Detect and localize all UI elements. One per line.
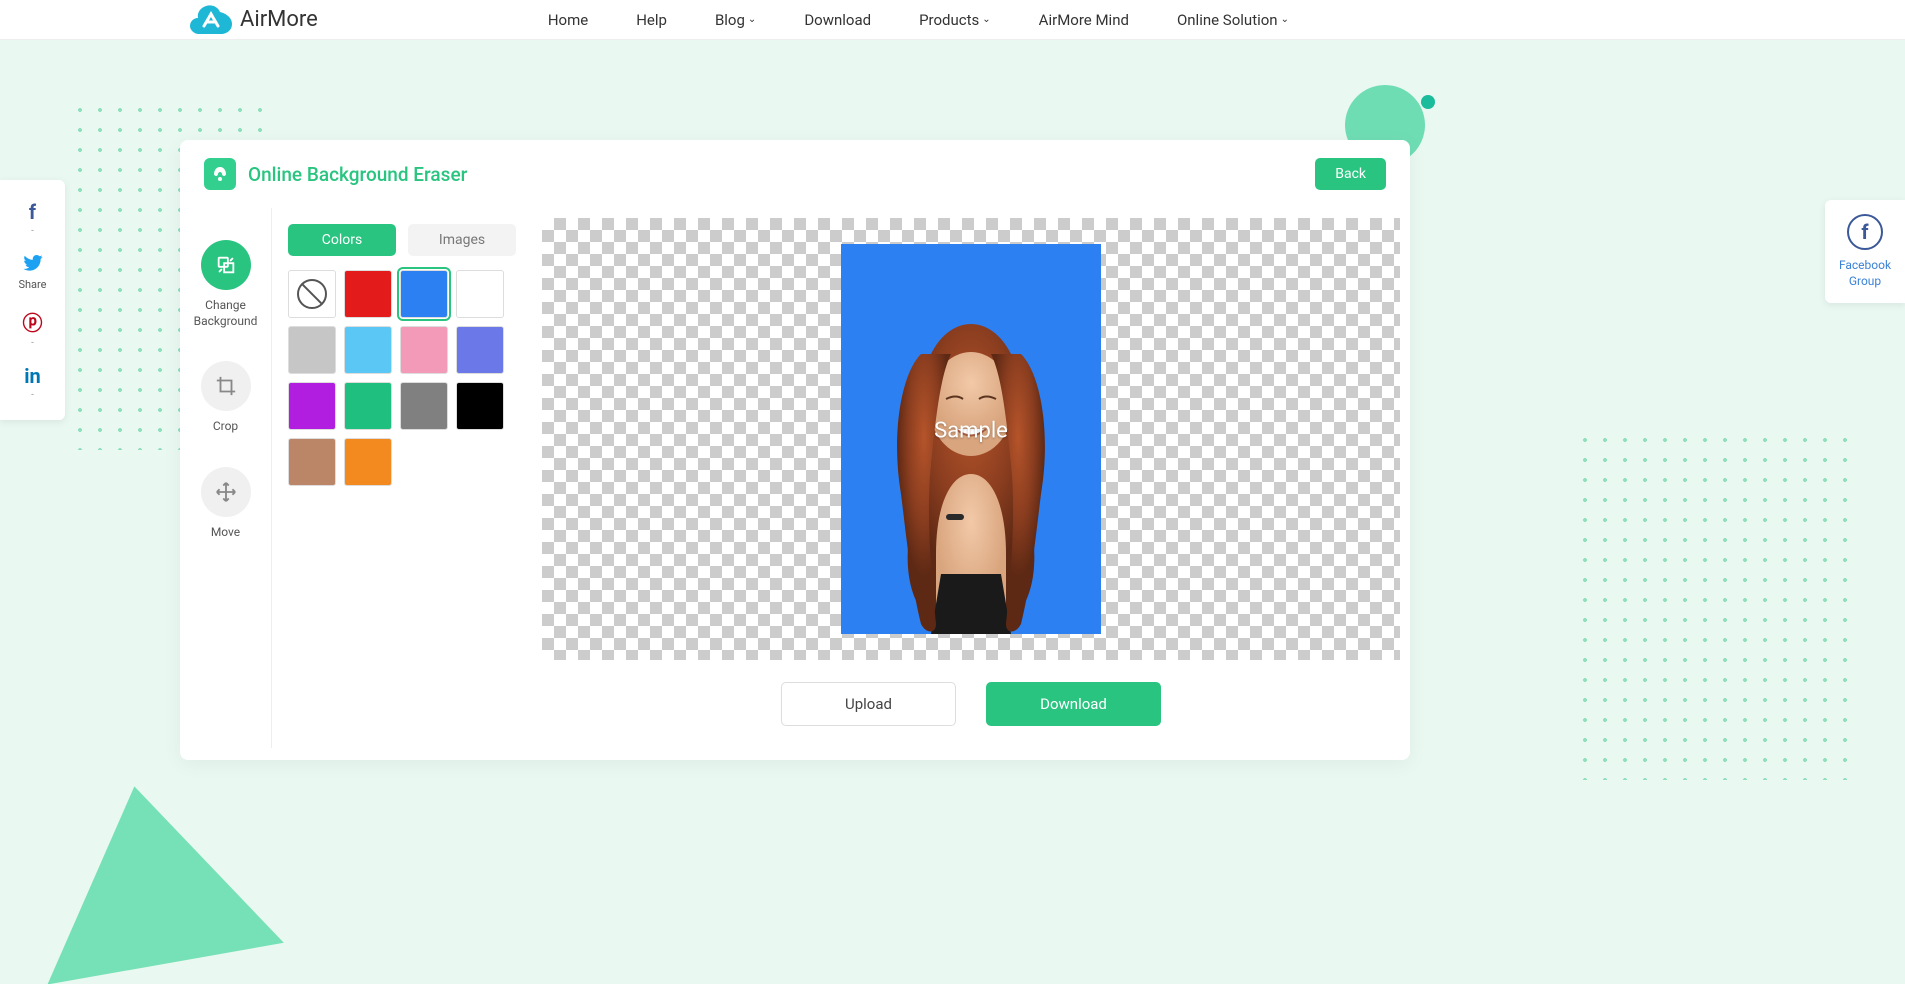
color-swatch[interactable] (344, 382, 392, 430)
color-grid (288, 270, 516, 486)
tool-logo-icon (204, 158, 236, 190)
bg-dots-right (1575, 430, 1855, 780)
bg-triangle (16, 766, 284, 984)
download-button[interactable]: Download (986, 682, 1161, 726)
bg-circle-small (1421, 95, 1435, 109)
share-sidebar: f- Share ⓟ- in- (0, 180, 65, 420)
share-twitter[interactable]: Share (0, 244, 65, 299)
tab-colors[interactable]: Colors (288, 224, 396, 256)
facebook-group-widget[interactable]: f Facebook Group (1825, 200, 1905, 303)
canvas-area: Sample Upload Download (532, 208, 1410, 748)
tool-change-background[interactable]: Change Background (180, 228, 271, 349)
upload-button[interactable]: Upload (781, 682, 956, 726)
sample-watermark: Sample (934, 419, 1008, 444)
tool-label: Change Background (186, 298, 265, 329)
linkedin-icon: in (24, 364, 41, 388)
brand-icon (190, 4, 232, 36)
brand-logo[interactable]: AirMore (190, 4, 318, 36)
tool-label: Crop (213, 419, 238, 435)
color-swatch[interactable] (288, 382, 336, 430)
sample-image[interactable]: Sample (841, 244, 1101, 634)
color-swatch[interactable] (456, 270, 504, 318)
color-swatch[interactable] (288, 326, 336, 374)
twitter-icon (23, 252, 43, 276)
action-row: Upload Download (542, 660, 1400, 748)
nav-link-download[interactable]: Download (804, 11, 871, 29)
share-label: Share (18, 278, 46, 291)
editor-header: Online Background Eraser Back (180, 140, 1410, 208)
share-facebook[interactable]: f- (0, 192, 65, 244)
tab-images[interactable]: Images (408, 224, 516, 256)
color-swatch[interactable] (400, 270, 448, 318)
nav-link-help[interactable]: Help (636, 11, 667, 29)
move-icon (201, 467, 251, 517)
color-swatch[interactable] (344, 270, 392, 318)
canvas[interactable]: Sample (542, 218, 1400, 660)
tool-move[interactable]: Move (180, 455, 271, 561)
nav-link-airmore-mind[interactable]: AirMore Mind (1039, 11, 1129, 29)
color-swatch[interactable] (344, 438, 392, 486)
color-swatch[interactable] (288, 438, 336, 486)
editor-card: Online Background Eraser Back Change Bac… (180, 140, 1410, 760)
top-nav: AirMore Home Help Blog⌄ Download Products⌄ Ai… (0, 0, 1905, 40)
chevron-down-icon: ⌄ (1281, 14, 1289, 25)
tool-crop[interactable]: Crop (180, 349, 271, 455)
change-background-icon (201, 240, 251, 290)
tool-label: Move (211, 525, 240, 541)
share-pinterest[interactable]: ⓟ- (0, 299, 65, 356)
color-swatch[interactable] (456, 326, 504, 374)
options-panel: Colors Images (272, 208, 532, 748)
color-swatch[interactable] (400, 382, 448, 430)
tool-column: Change Background Crop Move (180, 208, 272, 748)
chevron-down-icon: ⌄ (748, 14, 756, 25)
nav-links: Home Help Blog⌄ Download Products⌄ AirMore Mi… (548, 11, 1289, 29)
nav-link-online-solution[interactable]: Online Solution⌄ (1177, 11, 1289, 29)
nav-link-products[interactable]: Products⌄ (919, 11, 991, 29)
nav-link-blog[interactable]: Blog⌄ (715, 11, 756, 29)
brand-name: AirMore (240, 7, 318, 32)
tool-title: Online Background Eraser (248, 163, 467, 186)
color-swatch[interactable] (344, 326, 392, 374)
facebook-group-label: Facebook Group (1831, 258, 1899, 289)
facebook-icon: f (1847, 214, 1883, 250)
crop-icon (201, 361, 251, 411)
nav-link-home[interactable]: Home (548, 11, 588, 29)
color-swatch[interactable] (400, 326, 448, 374)
share-linkedin[interactable]: in- (0, 356, 65, 408)
facebook-icon: f (29, 200, 36, 224)
color-swatch[interactable] (456, 382, 504, 430)
color-swatch-none[interactable] (288, 270, 336, 318)
back-button[interactable]: Back (1315, 158, 1386, 190)
person-illustration (851, 274, 1091, 634)
pinterest-icon: ⓟ (23, 307, 43, 336)
chevron-down-icon: ⌄ (982, 14, 990, 25)
